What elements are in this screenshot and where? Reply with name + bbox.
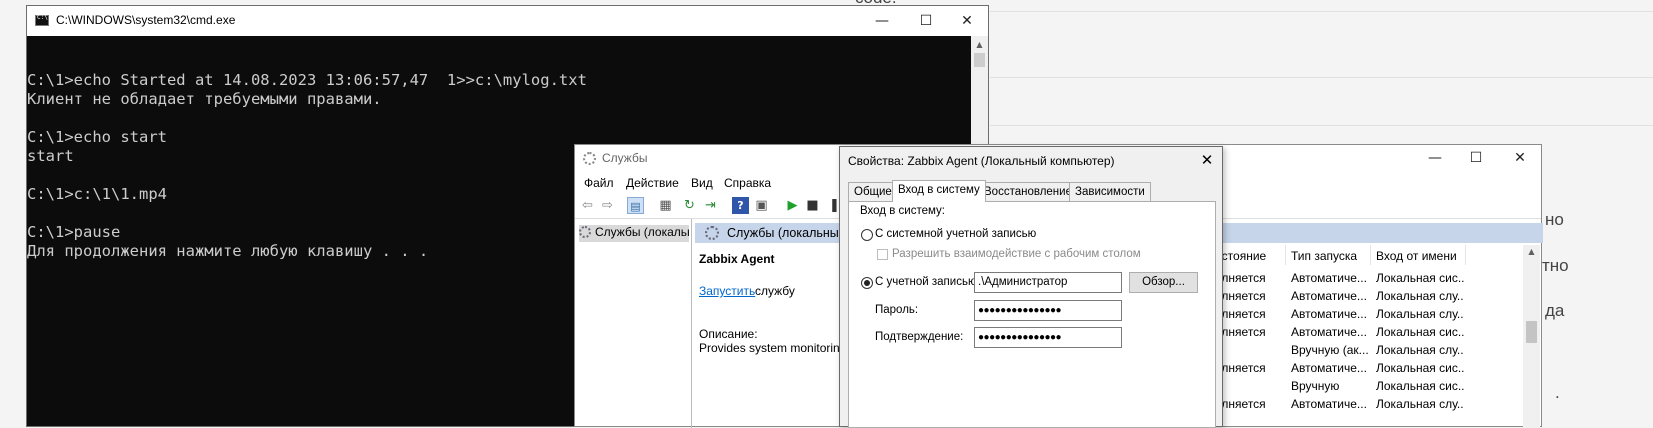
selected-service-name: Zabbix Agent (699, 252, 775, 266)
page-divider (990, 77, 1653, 78)
menu-help[interactable]: Справка (724, 176, 771, 190)
menu-action[interactable]: Действие (626, 176, 679, 190)
refresh-icon[interactable]: ↻ (681, 197, 698, 214)
console-tree-icon[interactable]: ▤ (627, 197, 644, 214)
minimize-icon[interactable]: — (860, 6, 904, 36)
properties-icon[interactable]: ▦ (657, 197, 674, 214)
password-input[interactable]: ●●●●●●●●●●●●●●● (974, 300, 1122, 321)
confirm-password-label: Подтверждение: (875, 331, 964, 343)
scroll-up-arrow-icon[interactable]: ▲ (1523, 247, 1540, 256)
play-icon[interactable]: ▶ (784, 197, 801, 214)
radio-this-account[interactable] (861, 277, 873, 289)
dialog-title: Свойства: Zabbix Agent (Локальный компью… (848, 154, 1115, 168)
table-cell[interactable]: олняется (1215, 361, 1285, 375)
table-cell[interactable]: Автоматиче... (1291, 289, 1369, 303)
page-text-fragment: да (1545, 301, 1565, 320)
table-cell[interactable]: Автоматиче... (1291, 361, 1369, 375)
table-cell[interactable]: Локальная сис... (1376, 325, 1464, 339)
services-window-title: Службы (602, 151, 648, 165)
log-on-group-label: Вход в систему: (860, 205, 945, 217)
password-label: Пароль: (875, 304, 919, 316)
radio-this-account-label[interactable]: С учетной записью: (875, 276, 980, 288)
column-divider (1465, 245, 1466, 265)
minimize-icon[interactable]: — (1413, 143, 1457, 173)
tab-log-on[interactable]: Вход в систему (892, 180, 986, 202)
description-value: Provides system monitoring (699, 341, 841, 355)
maximize-icon[interactable]: ☐ (904, 6, 948, 36)
radio-system-account[interactable] (861, 229, 873, 241)
console-output[interactable]: C:\1>echo Started at 14.08.2023 13:06:57… (27, 52, 587, 261)
table-cell[interactable]: Вручную (ак... (1291, 343, 1369, 357)
table-cell[interactable]: олняется (1215, 271, 1285, 285)
table-cell[interactable]: Автоматиче... (1291, 325, 1369, 339)
table-cell[interactable]: олняется (1215, 307, 1285, 321)
cmd-icon (35, 14, 49, 26)
tree-item-services-local[interactable]: Службы (локальные) (579, 225, 689, 242)
back-arrow-icon[interactable]: ⇦ (579, 197, 596, 214)
cmd-title-bar[interactable]: C:\WINDOWS\system32\cmd.exe — ☐ ✕ (27, 6, 988, 36)
service-properties-dialog[interactable]: Свойства: Zabbix Agent (Локальный компью… (839, 146, 1223, 428)
column-divider (1370, 245, 1371, 265)
close-icon[interactable]: ✕ (1192, 147, 1222, 173)
page-text-fragment: но (1545, 210, 1564, 229)
description-label: Описание: (699, 327, 758, 341)
view-icon[interactable]: ▣ (753, 197, 770, 214)
stop-icon[interactable]: ■ (804, 197, 821, 214)
table-cell[interactable]: олняется (1215, 397, 1285, 411)
page-divider (990, 11, 1653, 12)
table-cell[interactable]: Автоматиче... (1291, 397, 1369, 411)
table-cell[interactable]: Локальная слу... (1376, 397, 1464, 411)
checkbox-interact-desktop-label: Разрешить взаимодействие с рабочим столо… (892, 248, 1141, 260)
close-icon[interactable]: ✕ (945, 6, 989, 36)
maximize-icon[interactable]: ☐ (1454, 143, 1498, 173)
tree-item-label: Службы (локальные) (595, 225, 689, 239)
table-cell[interactable]: Локальная сис... (1376, 361, 1464, 375)
tab-general[interactable]: Общие (848, 182, 898, 201)
table-cell[interactable]: Автоматиче... (1291, 271, 1369, 285)
table-cell[interactable]: Локальная слу... (1376, 289, 1464, 303)
checkbox-interact-desktop[interactable] (877, 249, 888, 260)
cmd-window-title: C:\WINDOWS\system32\cmd.exe (56, 13, 236, 27)
start-service-link[interactable]: Запустить (699, 284, 755, 298)
services-gear-icon (705, 226, 719, 240)
table-cell[interactable]: Локальная сис... (1376, 379, 1464, 393)
log-on-panel: Вход в систему: С системной учетной запи… (848, 201, 1216, 428)
menu-view[interactable]: Вид (691, 176, 713, 190)
scroll-up-arrow-icon[interactable]: ▲ (971, 36, 988, 53)
export-icon[interactable]: ⇥ (702, 197, 719, 214)
menu-file[interactable]: Файл (584, 176, 614, 190)
tab-recovery[interactable]: Восстановление (978, 182, 1078, 201)
table-cell[interactable]: Локальная слу... (1376, 343, 1464, 357)
page-text-fragment: тно (1542, 256, 1569, 275)
page-divider (990, 125, 1653, 126)
scroll-thumb[interactable] (974, 53, 985, 67)
table-cell[interactable]: Автоматиче... (1291, 307, 1369, 321)
table-cell[interactable]: Локальная слу... (1376, 307, 1464, 321)
close-icon[interactable]: ✕ (1498, 143, 1542, 173)
table-cell[interactable]: олняется (1215, 289, 1285, 303)
services-gear-icon (579, 226, 591, 238)
services-gear-icon (583, 152, 596, 165)
start-service-text: службу (755, 284, 795, 298)
account-input[interactable]: .\Администратор (974, 272, 1122, 293)
browse-button[interactable]: Обзор... (1129, 272, 1198, 293)
table-scrollbar[interactable]: ▲ (1523, 245, 1540, 428)
page-text-fragment: . (1555, 383, 1560, 402)
help-icon[interactable]: ? (732, 197, 749, 214)
scroll-thumb[interactable] (1526, 321, 1537, 343)
radio-system-account-label[interactable]: С системной учетной записью (875, 228, 1036, 240)
column-header-log-on-as[interactable]: Вход от имени (1376, 249, 1457, 263)
table-cell[interactable]: Локальная сис... (1376, 271, 1464, 285)
confirm-password-input[interactable]: ●●●●●●●●●●●●●●● (974, 327, 1122, 348)
detail-header-title: Службы (локальные) (727, 226, 850, 240)
forward-arrow-icon[interactable]: ⇨ (599, 197, 616, 214)
column-header-startup-type[interactable]: Тип запуска (1291, 249, 1357, 263)
table-cell[interactable]: Вручную (1291, 379, 1369, 393)
console-tree[interactable]: Службы (локальные) (575, 219, 692, 428)
tab-dependencies[interactable]: Зависимости (1069, 182, 1151, 201)
column-divider (1285, 245, 1286, 265)
table-cell[interactable]: олняется (1215, 325, 1285, 339)
